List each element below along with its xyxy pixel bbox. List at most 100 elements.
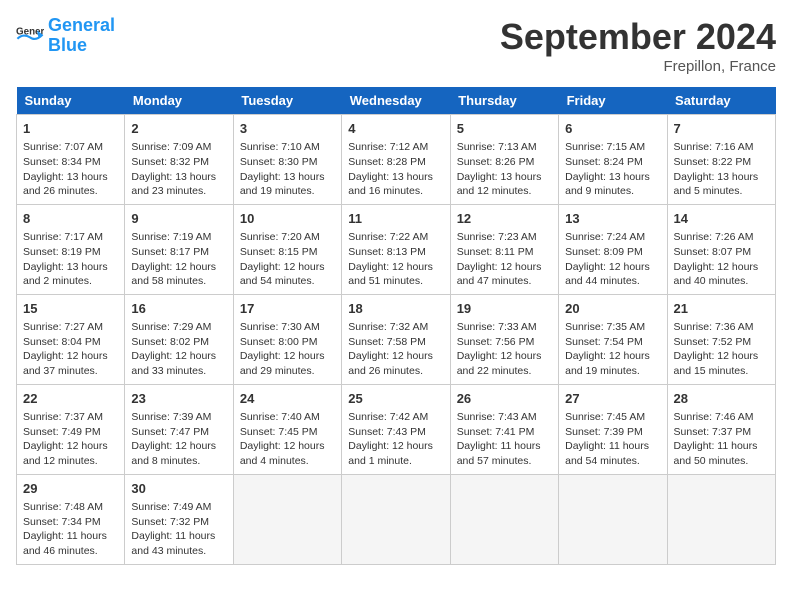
day-number: 5 — [457, 120, 552, 138]
day-number: 12 — [457, 210, 552, 228]
day-number: 27 — [565, 390, 660, 408]
day-detail: Sunrise: 7:29 AM Sunset: 8:02 PM Dayligh… — [131, 320, 226, 379]
col-header-wednesday: Wednesday — [342, 87, 450, 115]
calendar-cell: 8 Sunrise: 7:17 AM Sunset: 8:19 PM Daylig… — [17, 204, 125, 294]
calendar-cell: 6 Sunrise: 7:15 AM Sunset: 8:24 PM Daylig… — [559, 115, 667, 205]
day-number: 3 — [240, 120, 335, 138]
day-detail: Sunrise: 7:32 AM Sunset: 7:58 PM Dayligh… — [348, 320, 443, 379]
day-number: 16 — [131, 300, 226, 318]
logo-text: GeneralBlue — [48, 16, 115, 56]
calendar-cell: 3Sunrise: 7:10 AM Sunset: 8:30 PM Daylig… — [233, 115, 341, 205]
day-detail: Sunrise: 7:23 AM Sunset: 8:11 PM Dayligh… — [457, 230, 552, 289]
day-detail: Sunrise: 7:40 AM Sunset: 7:45 PM Dayligh… — [240, 410, 335, 469]
day-number: 25 — [348, 390, 443, 408]
day-detail: Sunrise: 7:12 AM Sunset: 8:28 PM Dayligh… — [348, 140, 443, 199]
calendar-cell: 23 Sunrise: 7:39 AM Sunset: 7:47 PM Dayli… — [125, 384, 233, 474]
day-detail: Sunrise: 7:39 AM Sunset: 7:47 PM Dayligh… — [131, 410, 226, 469]
day-number: 10 — [240, 210, 335, 228]
day-detail: Sunrise: 7:45 AM Sunset: 7:39 PM Dayligh… — [565, 410, 660, 469]
calendar-cell: 29 Sunrise: 7:48 AM Sunset: 7:34 PM Dayli… — [17, 474, 125, 564]
col-header-tuesday: Tuesday — [233, 87, 341, 115]
day-number: 15 — [23, 300, 118, 318]
calendar-cell: 11 Sunrise: 7:22 AM Sunset: 8:13 PM Dayli… — [342, 204, 450, 294]
day-detail: Sunrise: 7:36 AM Sunset: 7:52 PM Dayligh… — [674, 320, 769, 379]
calendar-cell — [342, 474, 450, 564]
col-header-friday: Friday — [559, 87, 667, 115]
day-number: 7 — [674, 120, 769, 138]
day-number: 21 — [674, 300, 769, 318]
day-number: 28 — [674, 390, 769, 408]
col-header-monday: Monday — [125, 87, 233, 115]
calendar-title: September 2024 — [500, 16, 776, 58]
day-number: 4 — [348, 120, 443, 138]
title-block: September 2024 Frepillon, France — [500, 16, 776, 75]
day-detail: Sunrise: 7:27 AM Sunset: 8:04 PM Dayligh… — [23, 320, 118, 379]
day-detail: Sunrise: 7:48 AM Sunset: 7:34 PM Dayligh… — [23, 500, 118, 559]
day-number: 20 — [565, 300, 660, 318]
day-detail: Sunrise: 7:42 AM Sunset: 7:43 PM Dayligh… — [348, 410, 443, 469]
day-number: 22 — [23, 390, 118, 408]
calendar-cell: 9 Sunrise: 7:19 AM Sunset: 8:17 PM Daylig… — [125, 204, 233, 294]
calendar-cell — [667, 474, 775, 564]
calendar-cell: 1 Sunrise: 7:07 AM Sunset: 8:34 PM Daylig… — [17, 115, 125, 205]
calendar-cell: 4 Sunrise: 7:12 AM Sunset: 8:28 PM Daylig… — [342, 115, 450, 205]
day-number: 8 — [23, 210, 118, 228]
day-number: 23 — [131, 390, 226, 408]
calendar-cell: 22 Sunrise: 7:37 AM Sunset: 7:49 PM Dayli… — [17, 384, 125, 474]
calendar-cell: 13Sunrise: 7:24 AM Sunset: 8:09 PM Dayli… — [559, 204, 667, 294]
day-detail: Sunrise: 7:09 AM Sunset: 8:32 PM Dayligh… — [131, 140, 226, 199]
calendar-cell: 12 Sunrise: 7:23 AM Sunset: 8:11 PM Dayli… — [450, 204, 558, 294]
day-detail: Sunrise: 7:07 AM Sunset: 8:34 PM Dayligh… — [23, 140, 118, 199]
day-detail: Sunrise: 7:35 AM Sunset: 7:54 PM Dayligh… — [565, 320, 660, 379]
day-detail: Sunrise: 7:37 AM Sunset: 7:49 PM Dayligh… — [23, 410, 118, 469]
day-number: 6 — [565, 120, 660, 138]
calendar-cell: 26 Sunrise: 7:43 AM Sunset: 7:41 PM Dayli… — [450, 384, 558, 474]
calendar-cell: 28 Sunrise: 7:46 AM Sunset: 7:37 PM Dayli… — [667, 384, 775, 474]
calendar-cell: 27 Sunrise: 7:45 AM Sunset: 7:39 PM Dayli… — [559, 384, 667, 474]
day-detail: Sunrise: 7:46 AM Sunset: 7:37 PM Dayligh… — [674, 410, 769, 469]
calendar-cell — [233, 474, 341, 564]
day-detail: Sunrise: 7:22 AM Sunset: 8:13 PM Dayligh… — [348, 230, 443, 289]
calendar-cell: 17 Sunrise: 7:30 AM Sunset: 8:00 PM Dayli… — [233, 294, 341, 384]
logo: General GeneralBlue — [16, 16, 115, 56]
day-number: 18 — [348, 300, 443, 318]
calendar-cell: 14 Sunrise: 7:26 AM Sunset: 8:07 PM Dayli… — [667, 204, 775, 294]
calendar-cell: 2 Sunrise: 7:09 AM Sunset: 8:32 PM Daylig… — [125, 115, 233, 205]
day-number: 17 — [240, 300, 335, 318]
day-number: 24 — [240, 390, 335, 408]
calendar-cell: 10 Sunrise: 7:20 AM Sunset: 8:15 PM Dayli… — [233, 204, 341, 294]
day-detail: Sunrise: 7:17 AM Sunset: 8:19 PM Dayligh… — [23, 230, 118, 289]
day-number: 14 — [674, 210, 769, 228]
day-detail: Sunrise: 7:19 AM Sunset: 8:17 PM Dayligh… — [131, 230, 226, 289]
calendar-cell: 20 Sunrise: 7:35 AM Sunset: 7:54 PM Dayli… — [559, 294, 667, 384]
col-header-sunday: Sunday — [17, 87, 125, 115]
day-number: 26 — [457, 390, 552, 408]
day-number: 13 — [565, 210, 660, 228]
calendar-cell: 30 Sunrise: 7:49 AM Sunset: 7:32 PM Dayli… — [125, 474, 233, 564]
day-number: 30 — [131, 480, 226, 498]
col-header-saturday: Saturday — [667, 87, 775, 115]
day-number: 9 — [131, 210, 226, 228]
day-number: 1 — [23, 120, 118, 138]
day-detail: Sunrise: 7:33 AM Sunset: 7:56 PM Dayligh… — [457, 320, 552, 379]
day-detail: Sunrise: 7:26 AM Sunset: 8:07 PM Dayligh… — [674, 230, 769, 289]
header: General GeneralBlue September 2024 Frepi… — [16, 16, 776, 75]
day-detail: Sunrise: 7:15 AM Sunset: 8:24 PM Dayligh… — [565, 140, 660, 199]
calendar-cell — [450, 474, 558, 564]
calendar-cell: 25 Sunrise: 7:42 AM Sunset: 7:43 PM Dayli… — [342, 384, 450, 474]
calendar-cell: 16 Sunrise: 7:29 AM Sunset: 8:02 PM Dayli… — [125, 294, 233, 384]
day-detail: Sunrise: 7:43 AM Sunset: 7:41 PM Dayligh… — [457, 410, 552, 469]
day-detail: Sunrise: 7:49 AM Sunset: 7:32 PM Dayligh… — [131, 500, 226, 559]
day-detail: Sunrise: 7:16 AM Sunset: 8:22 PM Dayligh… — [674, 140, 769, 199]
day-number: 29 — [23, 480, 118, 498]
day-number: 11 — [348, 210, 443, 228]
day-number: 19 — [457, 300, 552, 318]
calendar-cell: 24 Sunrise: 7:40 AM Sunset: 7:45 PM Dayli… — [233, 384, 341, 474]
day-detail: Sunrise: 7:30 AM Sunset: 8:00 PM Dayligh… — [240, 320, 335, 379]
col-header-thursday: Thursday — [450, 87, 558, 115]
calendar-subtitle: Frepillon, France — [500, 58, 776, 75]
day-detail: Sunrise: 7:20 AM Sunset: 8:15 PM Dayligh… — [240, 230, 335, 289]
day-number: 2 — [131, 120, 226, 138]
calendar-cell — [559, 474, 667, 564]
calendar-cell: 21 Sunrise: 7:36 AM Sunset: 7:52 PM Dayli… — [667, 294, 775, 384]
